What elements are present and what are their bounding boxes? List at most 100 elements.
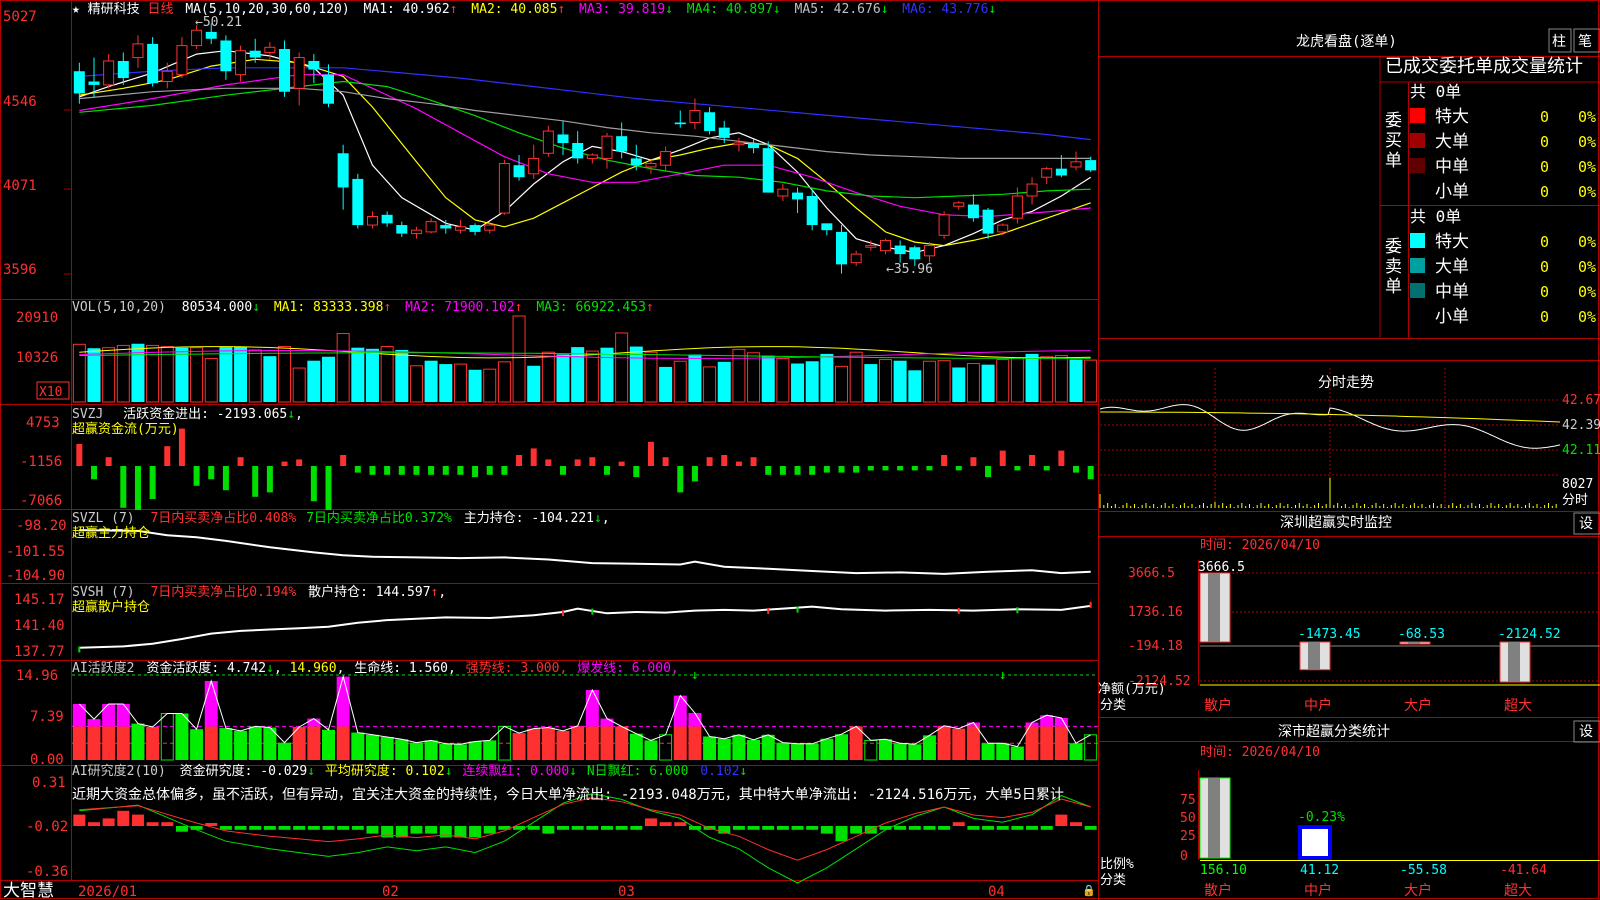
- candle[interactable]: [410, 226, 422, 239]
- fund-flow-bar: [838, 466, 845, 473]
- candle[interactable]: [674, 110, 686, 128]
- candle[interactable]: [513, 154, 525, 181]
- vol-value: 80534.000: [182, 300, 252, 315]
- candle[interactable]: [777, 184, 789, 202]
- candle[interactable]: [938, 211, 950, 239]
- candle[interactable]: [454, 219, 466, 234]
- candle[interactable]: [1026, 177, 1038, 205]
- monitor-bar-1[interactable]: -1473.45 中户: [1298, 627, 1361, 714]
- candle[interactable]: [953, 201, 965, 210]
- period-label[interactable]: 日线: [148, 2, 174, 17]
- candle[interactable]: [337, 144, 349, 210]
- fund-flow-bar: [1058, 450, 1065, 466]
- volume-panel[interactable]: [72, 315, 1098, 403]
- candle[interactable]: [293, 52, 305, 106]
- volume-bar: [336, 333, 350, 403]
- lock-icon[interactable]: 🔒: [1082, 884, 1096, 897]
- monitor-ylabel: 净额(万元): [1098, 682, 1166, 697]
- svzl-panel[interactable]: [79, 529, 1091, 575]
- candle[interactable]: [879, 238, 891, 255]
- candle[interactable]: [792, 187, 804, 214]
- stats-bar-0[interactable]: 156.10 散户: [1199, 777, 1247, 899]
- monitor-time: 时间: 2026/04/10: [1200, 538, 1320, 553]
- fund-flow-bar: [765, 466, 772, 475]
- svsh-panel[interactable]: [78, 601, 1092, 653]
- monitor-bar-3[interactable]: -2124.52 超大: [1498, 627, 1561, 714]
- candle[interactable]: [733, 137, 745, 152]
- stats-bar-2[interactable]: -55.58 大户: [1400, 863, 1447, 899]
- candle[interactable]: [528, 144, 540, 179]
- candle[interactable]: [923, 242, 935, 263]
- candle[interactable]: [425, 218, 437, 234]
- candle[interactable]: [147, 37, 159, 87]
- candle[interactable]: [997, 223, 1009, 236]
- candle[interactable]: [982, 207, 994, 239]
- activity-bar: [116, 726, 130, 760]
- candle[interactable]: [542, 125, 554, 157]
- monitor-bar-2[interactable]: -68.53 大户: [1398, 627, 1445, 714]
- fund-flow-bar: [589, 457, 596, 466]
- stats-bar-1[interactable]: 41.12 中户: [1298, 825, 1339, 899]
- candle[interactable]: [836, 225, 847, 274]
- candle-body: [733, 142, 745, 146]
- candle[interactable]: [469, 223, 481, 236]
- candle[interactable]: [440, 219, 452, 234]
- candle[interactable]: [850, 250, 862, 267]
- svzj-panel[interactable]: [76, 428, 1094, 510]
- candle[interactable]: [103, 54, 115, 89]
- fund-flow-bar: [76, 444, 83, 466]
- ai-activity-panel[interactable]: ↓ ↓: [72, 668, 1098, 761]
- candle[interactable]: [161, 62, 173, 89]
- candle[interactable]: [704, 107, 716, 135]
- candle[interactable]: [586, 153, 598, 164]
- retail-tick: [1089, 601, 1092, 608]
- candle[interactable]: [498, 160, 510, 215]
- candle[interactable]: [557, 120, 569, 155]
- activity-bar: [717, 738, 731, 760]
- candle[interactable]: [73, 62, 85, 104]
- activity-bar-peak: [116, 704, 130, 727]
- candle[interactable]: [279, 40, 291, 97]
- candle[interactable]: [660, 146, 672, 173]
- research-bar: [630, 826, 643, 830]
- candle[interactable]: [821, 223, 833, 236]
- favorite-star-icon[interactable]: ★: [72, 2, 80, 17]
- candle[interactable]: [176, 37, 188, 79]
- volume-bar: [703, 366, 717, 403]
- candle[interactable]: [601, 132, 613, 169]
- research-bar: [1070, 822, 1083, 826]
- ai1-comma-3: ,: [448, 661, 456, 676]
- stats-bar-3[interactable]: -41.64 超大: [1500, 863, 1547, 899]
- candle[interactable]: [381, 211, 393, 227]
- candle[interactable]: [894, 240, 906, 263]
- candle[interactable]: [132, 35, 144, 68]
- candle[interactable]: [352, 173, 364, 229]
- candle[interactable]: [220, 35, 232, 80]
- activity-bar: [336, 726, 350, 760]
- fund-flow-bar: [691, 466, 698, 482]
- candle[interactable]: [396, 221, 408, 238]
- candle[interactable]: [967, 194, 979, 222]
- research-bar: [1011, 826, 1024, 830]
- candle[interactable]: [117, 52, 129, 85]
- candle[interactable]: [308, 54, 320, 84]
- candle[interactable]: [1041, 166, 1053, 185]
- fund-flow-bar: [340, 455, 347, 466]
- monitor-bar-0[interactable]: 3666.5 散户: [1198, 560, 1245, 714]
- candle[interactable]: [572, 131, 584, 164]
- svzl-axis-label-0: -98.20: [16, 518, 67, 534]
- svzj-axis-label-2: -7066: [20, 493, 62, 509]
- activity-bar: [527, 728, 541, 760]
- price-panel[interactable]: [73, 23, 1097, 274]
- ai-research-panel[interactable]: [73, 793, 1097, 884]
- candle[interactable]: [762, 141, 774, 193]
- fund-flow-bar: [1014, 466, 1021, 471]
- buy-row-swatch: [1410, 108, 1425, 123]
- candle[interactable]: [366, 211, 378, 229]
- candle[interactable]: [1070, 151, 1082, 171]
- candle[interactable]: [748, 139, 760, 154]
- buy-row-value: 0: [1540, 158, 1549, 176]
- candle-body: [806, 196, 818, 226]
- activity-bar: [673, 726, 687, 760]
- candle[interactable]: [235, 45, 247, 82]
